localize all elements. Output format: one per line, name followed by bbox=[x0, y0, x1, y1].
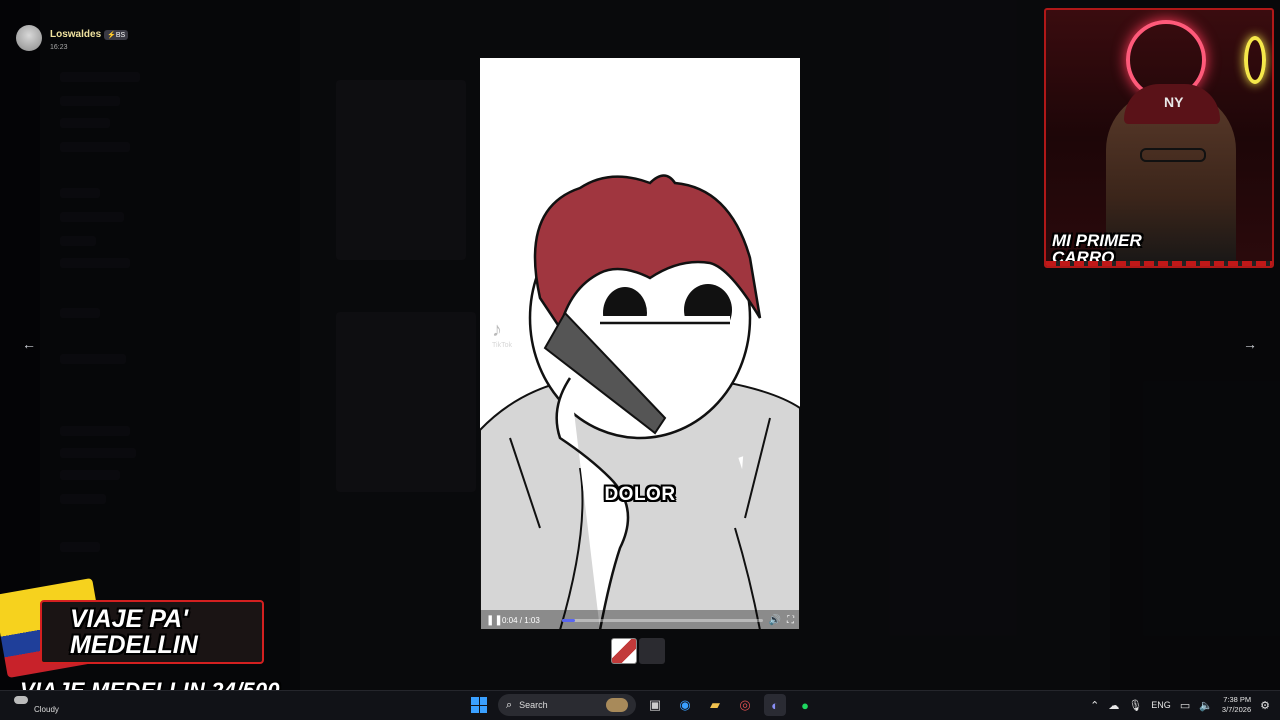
clock-date: 3/7/2026 bbox=[1221, 705, 1252, 714]
discord-icon: ◐ bbox=[771, 697, 779, 713]
promo-line1: VIAJE PA' bbox=[70, 605, 189, 633]
network-icon[interactable]: ▭ bbox=[1180, 699, 1190, 712]
microphone-icon[interactable]: 🎙 bbox=[1128, 699, 1142, 712]
discord-button[interactable]: ◐ bbox=[764, 694, 786, 716]
search-label: Search bbox=[519, 700, 548, 710]
spotify-button[interactable]: ● bbox=[794, 694, 816, 716]
task-view-button[interactable]: ▣ bbox=[644, 694, 666, 716]
seek-bar[interactable] bbox=[562, 618, 763, 622]
task-view-icon: ▣ bbox=[648, 697, 662, 712]
clock-time: 7:38 PM bbox=[1223, 695, 1252, 704]
neon-banana bbox=[1244, 36, 1266, 84]
avatar bbox=[16, 24, 42, 51]
attachment-thumbnails bbox=[611, 638, 665, 664]
obs-icon: ◎ bbox=[739, 697, 751, 712]
upload-time: 16:23 bbox=[50, 44, 68, 51]
video-controls: ❚❚ 0:04 / 1:03 🔊 ⛶ bbox=[480, 610, 800, 630]
video-player[interactable]: ♪ TikTok DOLOR bbox=[480, 58, 800, 630]
obs-button[interactable]: ◎ bbox=[734, 694, 756, 716]
file-explorer-button[interactable]: ▰ bbox=[704, 694, 726, 716]
speaker-icon[interactable]: 🔈 bbox=[1199, 699, 1213, 712]
notification-icon[interactable]: ⚙ bbox=[1260, 699, 1270, 712]
tiktok-icon: ♪ bbox=[492, 319, 502, 341]
fullscreen-icon[interactable]: ⛶ bbox=[787, 615, 794, 626]
arrow-right-icon: → bbox=[1243, 336, 1257, 352]
cloud-icon bbox=[14, 695, 28, 704]
edge-icon: ◉ bbox=[679, 697, 691, 712]
uploader-name: Loswaldes bbox=[50, 29, 102, 40]
promo-line2: MEDELLIN bbox=[70, 631, 198, 659]
watermark-text: TikTok bbox=[492, 342, 512, 349]
previous-media-button[interactable]: ← bbox=[19, 334, 39, 354]
video-timecode: 0:04 / 1:03 bbox=[502, 615, 540, 625]
chevron-up-icon[interactable]: ⌃ bbox=[1090, 699, 1099, 712]
windows-icon bbox=[471, 697, 487, 713]
search-icon: ⌕ bbox=[506, 698, 513, 711]
thumbnail-image[interactable] bbox=[639, 638, 665, 664]
start-button[interactable] bbox=[468, 694, 490, 716]
webcam-overlay: NY MI PRIMER CARRO bbox=[1044, 8, 1274, 268]
volume-icon[interactable]: 🔊 bbox=[769, 615, 781, 626]
onedrive-icon[interactable]: ☁ bbox=[1108, 699, 1119, 712]
taskbar: Cloudy ⌕ Search ▣ ◉ ▰ ◎ ◐ ● ⌃ ☁ 🎙 ENG ▭ … bbox=[0, 690, 1280, 720]
spotify-icon: ● bbox=[801, 697, 809, 713]
tiktok-watermark: ♪ TikTok bbox=[492, 320, 538, 349]
cap-logo: NY bbox=[1164, 94, 1184, 110]
taskbar-search[interactable]: ⌕ Search bbox=[498, 694, 636, 716]
pause-icon[interactable]: ❚❚ bbox=[486, 615, 503, 626]
edge-button[interactable]: ◉ bbox=[674, 694, 696, 716]
promo-banner: VIAJE PA' MEDELLIN bbox=[0, 576, 268, 679]
glasses bbox=[1140, 148, 1206, 162]
thumbnail-video[interactable] bbox=[611, 638, 637, 664]
seek-progress bbox=[562, 618, 575, 622]
uploader-chip: Loswaldes ⚡BS 16:23 bbox=[16, 24, 129, 51]
weather-label: Cloudy bbox=[34, 705, 59, 714]
video-subtitle: DOLOR bbox=[604, 484, 676, 505]
weather-widget[interactable] bbox=[14, 695, 32, 704]
search-highlight-icon bbox=[606, 698, 628, 712]
language-indicator[interactable]: ENG bbox=[1151, 700, 1171, 710]
clock[interactable]: 7:38 PM 3/7/2026 bbox=[1222, 695, 1251, 715]
next-media-button[interactable]: → bbox=[1240, 334, 1260, 354]
arrow-left-icon: ← bbox=[22, 336, 36, 352]
webcam-strip bbox=[1046, 261, 1272, 266]
user-badge: ⚡BS bbox=[104, 30, 129, 40]
system-tray: ⌃ ☁ 🎙 ENG ▭ 🔈 7:38 PM 3/7/2026 ⚙ bbox=[1090, 695, 1270, 715]
folder-icon: ▰ bbox=[710, 697, 720, 712]
taskbar-apps: ⌕ Search ▣ ◉ ▰ ◎ ◐ ● bbox=[468, 694, 816, 716]
